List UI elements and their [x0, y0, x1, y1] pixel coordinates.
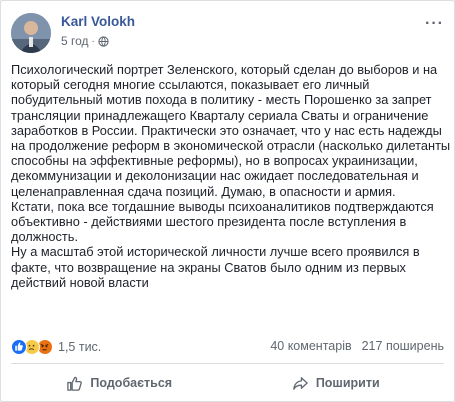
like-button[interactable]: Подобається	[11, 369, 228, 397]
avatar-photo	[11, 13, 51, 53]
author-name[interactable]: Karl Volokh	[61, 14, 135, 29]
like-button-label: Подобається	[90, 376, 173, 390]
avatar[interactable]	[11, 13, 51, 53]
shares-count[interactable]: 217 поширень	[362, 339, 444, 353]
share-button-label: Поширити	[315, 376, 380, 390]
share-arrow-icon	[293, 376, 308, 390]
post-time[interactable]: 5 год	[61, 34, 89, 48]
post-paragraph: Кстати, пока все тогдашние выводы психоа…	[11, 198, 434, 245]
post-paragraph: Ну а масштаб этой исторической личности …	[11, 244, 420, 290]
post-meta: 5 год ·	[61, 34, 109, 48]
post-header: Karl Volokh 5 год · ···	[11, 13, 444, 53]
post-text: Психологический портрет Зеленского, кото…	[11, 62, 451, 290]
reactions-count: 1,5 тис.	[58, 340, 102, 354]
comments-count[interactable]: 40 коментарів	[270, 339, 351, 353]
meta-separator: ·	[91, 35, 95, 47]
reactions-summary[interactable]: 1,5 тис.	[11, 339, 101, 355]
post-paragraph: Психологический портрет Зеленского, кото…	[11, 62, 451, 199]
engagement-counts: 40 коментарів 217 поширень	[270, 339, 444, 353]
post-stats: 1,5 тис. 40 коментарів 217 поширень	[11, 339, 444, 355]
post-actions: Подобається Поширити	[11, 369, 444, 397]
more-options-icon[interactable]: ···	[425, 15, 444, 33]
share-button[interactable]: Поширити	[228, 369, 445, 397]
like-reaction-icon	[11, 339, 27, 355]
post-card: Karl Volokh 5 год · ··· Психологический …	[0, 0, 455, 402]
globe-icon[interactable]	[98, 35, 109, 47]
actions-divider	[11, 363, 444, 364]
thumbs-up-icon	[67, 376, 83, 391]
